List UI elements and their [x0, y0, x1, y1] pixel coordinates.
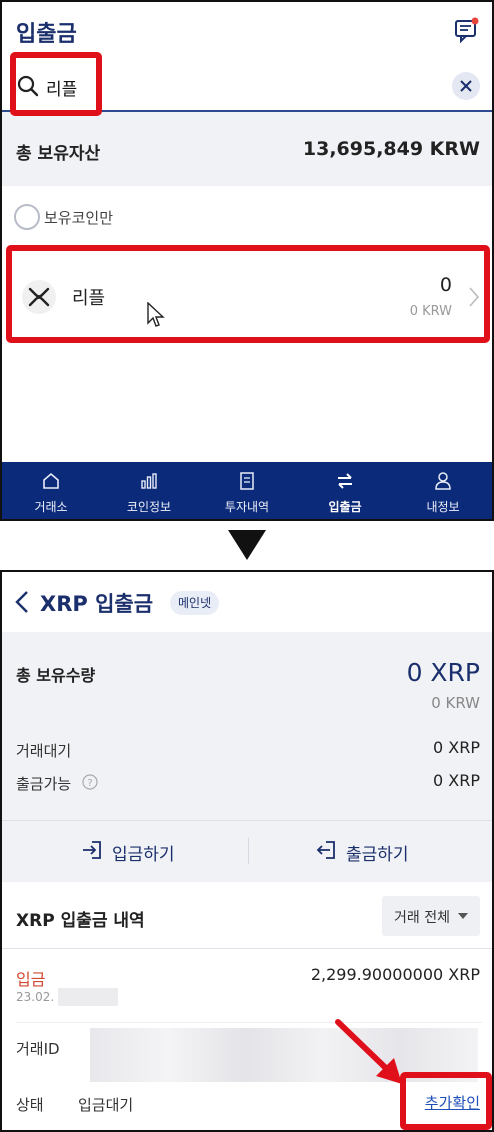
nav-label: 투자내역 — [224, 500, 270, 514]
divider — [2, 948, 492, 949]
divider — [16, 1022, 482, 1023]
coin-row-highlight-box — [6, 245, 490, 343]
total-assets-label: 총 보유자산 — [16, 144, 101, 164]
close-icon — [460, 80, 472, 92]
transaction-date: 23.02. — [16, 990, 55, 1004]
help-icon[interactable]: ? — [82, 774, 98, 790]
nav-item-transfers[interactable]: 입출금 — [296, 462, 394, 519]
user-icon — [435, 472, 451, 490]
nav-item-coin-info[interactable]: 코인정보 — [100, 462, 198, 519]
pending-value: 0 XRP — [433, 738, 480, 757]
transaction-amount: 2,299.90000000 XRP — [310, 965, 480, 984]
caret-down-icon — [458, 913, 468, 919]
exchange-home-icon — [43, 472, 59, 489]
divider — [248, 838, 249, 864]
total-holdings-krw: 0 KRW — [431, 694, 480, 712]
chart-icon — [141, 473, 157, 489]
nav-label: 거래소 — [34, 500, 68, 514]
search-highlight-box — [10, 52, 102, 116]
transfer-icon — [338, 473, 352, 489]
divider — [2, 820, 492, 821]
total-assets-summary: 총 보유자산 13,695,849 KRW — [2, 112, 492, 186]
nav-item-my-info[interactable]: 내정보 — [394, 462, 492, 519]
page-title: XRP 입출금 — [40, 592, 154, 616]
chat-icon[interactable] — [452, 16, 480, 44]
available-value: 0 XRP — [433, 771, 480, 790]
redacted-date-block — [58, 988, 118, 1006]
deposit-button[interactable]: 입금하기 — [80, 832, 210, 872]
holdings-summary: 총 보유수량 0 XRP 0 KRW 거래대기 0 XRP 출금가능 ? 0 X… — [2, 632, 492, 882]
history-title: XRP 입출금 내역 — [16, 911, 145, 931]
withdraw-button[interactable]: 출금하기 — [314, 832, 444, 872]
history-filter-value: 거래 전체 — [394, 910, 450, 926]
transaction-id-label: 거래ID — [16, 1040, 60, 1058]
down-arrow-icon — [228, 530, 266, 560]
owned-only-label: 보유코인만 — [44, 209, 114, 227]
page-title: 입출금 — [16, 22, 77, 47]
xrp-transfer-screen: XRP 입출금 메인넷 총 보유수량 0 XRP 0 KRW 거래대기 0 XR… — [0, 570, 494, 1132]
total-holdings-value: 0 XRP — [406, 658, 480, 687]
coin-search-screen: 입출금 리플 총 보유자산 13,695,849 KRW 보유코인만 리플 0 … — [0, 0, 494, 521]
bottom-navigation: 거래소 코인정보 투자내역 입출금 내정보 — [2, 462, 492, 519]
total-holdings-label: 총 보유수량 — [16, 666, 96, 685]
status-value: 입금대기 — [78, 1096, 134, 1114]
owned-only-radio[interactable] — [14, 204, 40, 230]
pending-label: 거래대기 — [16, 742, 72, 760]
clear-search-button[interactable] — [452, 72, 480, 100]
withdraw-icon — [316, 841, 335, 859]
status-label: 상태 — [16, 1096, 44, 1114]
header: XRP 입출금 메인넷 — [2, 572, 492, 632]
history-filter-dropdown[interactable]: 거래 전체 — [382, 896, 480, 936]
withdraw-label: 출금하기 — [346, 845, 409, 865]
nav-label: 코인정보 — [126, 500, 172, 514]
available-label: 출금가능 — [16, 775, 72, 793]
confirm-highlight-box — [400, 1072, 492, 1130]
deposit-icon — [83, 841, 101, 859]
nav-label: 입출금 — [328, 500, 362, 514]
total-assets-value: 13,695,849 KRW — [302, 138, 480, 160]
nav-item-exchange[interactable]: 거래소 — [2, 462, 100, 519]
svg-text:?: ? — [87, 778, 92, 789]
network-badge: 메인넷 — [170, 591, 220, 615]
document-icon — [240, 472, 254, 490]
back-arrow-icon[interactable] — [14, 590, 30, 614]
nav-label: 내정보 — [426, 500, 460, 514]
transaction-type: 입금 — [16, 970, 46, 989]
nav-item-investments[interactable]: 투자내역 — [198, 462, 296, 519]
deposit-label: 입금하기 — [112, 845, 175, 865]
